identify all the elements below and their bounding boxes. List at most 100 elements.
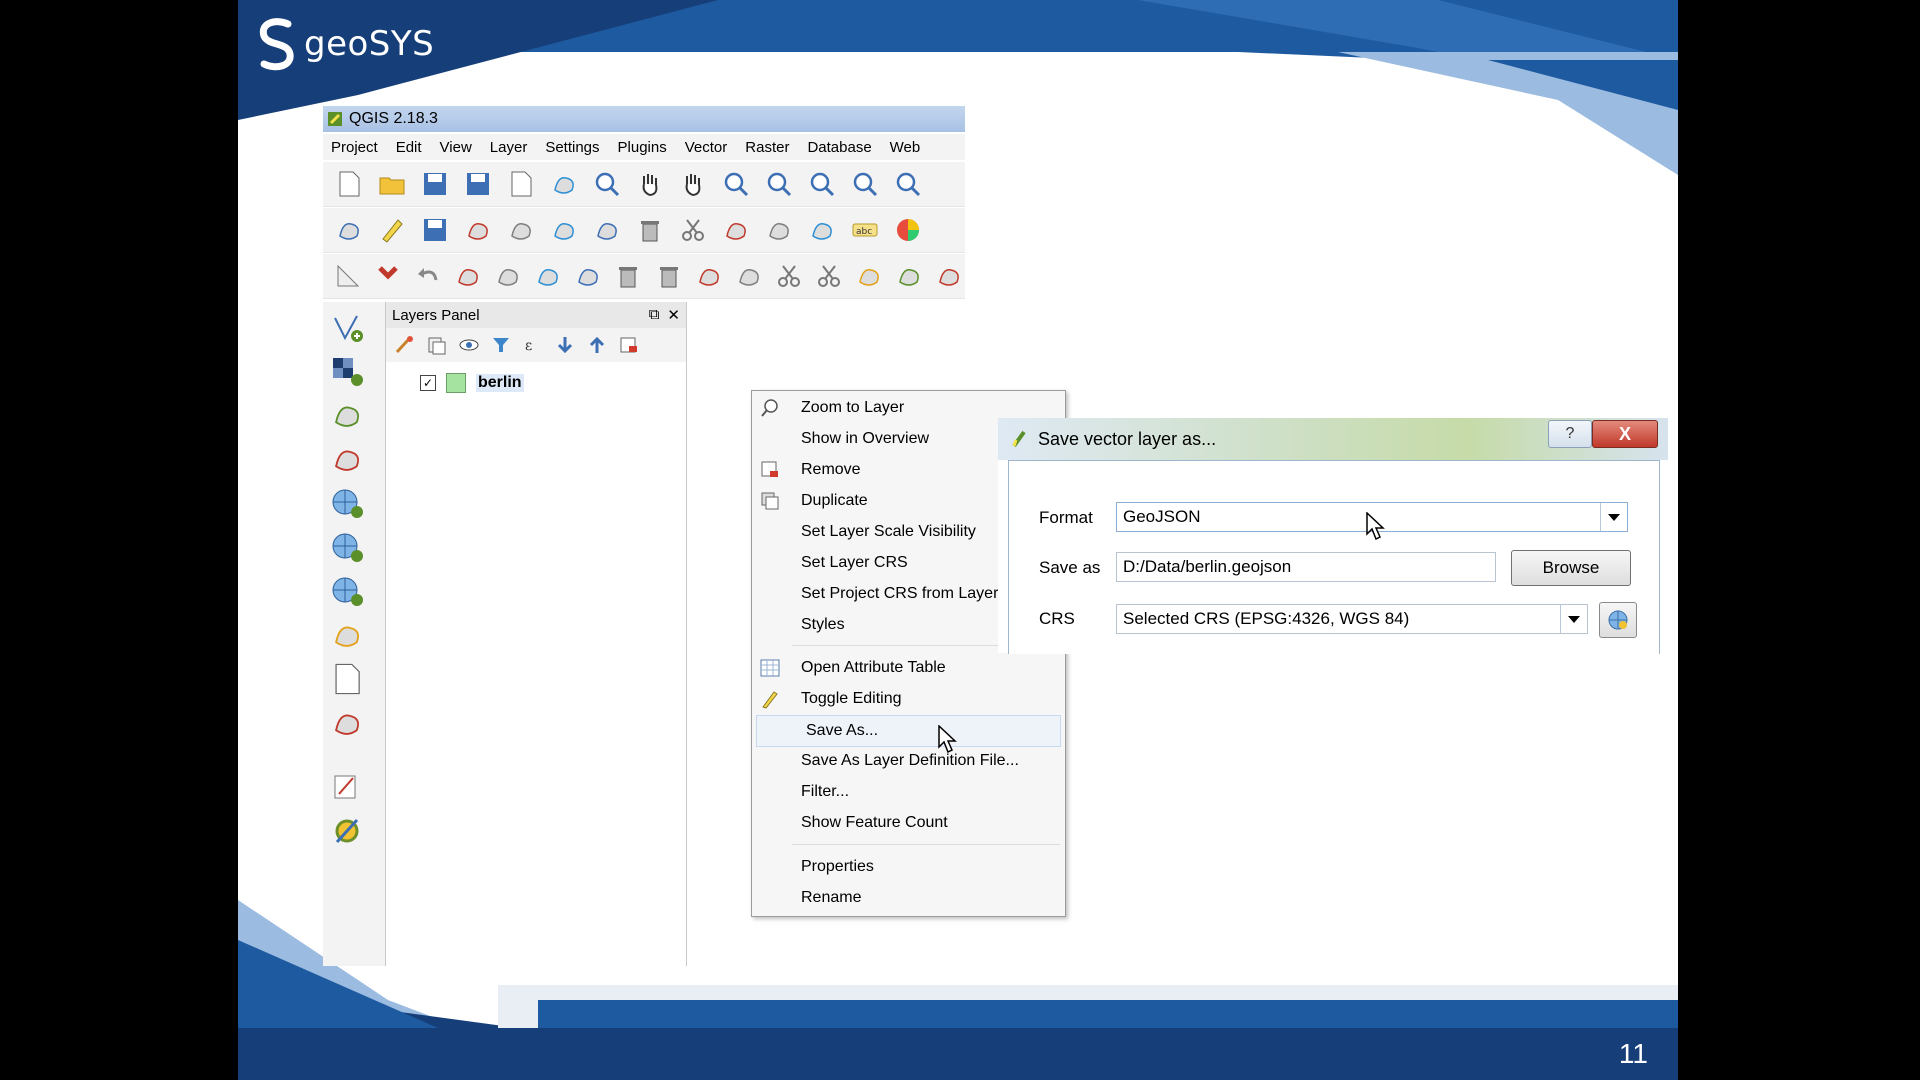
delete-selected-icon[interactable] (633, 213, 667, 247)
delete-part-icon[interactable] (653, 259, 684, 293)
paste-features-icon[interactable] (762, 213, 796, 247)
add-wcs-layer-icon[interactable] (329, 530, 369, 566)
style-manager-icon[interactable] (392, 333, 418, 357)
undo-icon[interactable] (412, 259, 443, 293)
label-icon[interactable]: abc (848, 213, 882, 247)
add-virtual-layer-icon[interactable] (329, 706, 369, 742)
new-print-composer-icon[interactable] (504, 167, 538, 201)
qgis-logo-icon (328, 112, 342, 126)
remove-layer-icon[interactable] (616, 333, 642, 357)
menu-item-properties[interactable]: Properties (752, 852, 1065, 882)
mouse-cursor-icon (938, 725, 957, 754)
merge-attributes-icon[interactable] (894, 259, 925, 293)
node-tool-icon[interactable] (590, 213, 624, 247)
menu-database[interactable]: Database (807, 139, 871, 156)
merge-features-icon[interactable] (854, 259, 885, 293)
toggle-editing-icon[interactable] (375, 213, 409, 247)
close-panel-icon[interactable]: ✕ (667, 306, 680, 324)
visibility-icon[interactable] (456, 333, 482, 357)
composer-manager-icon[interactable] (547, 167, 581, 201)
expand-all-icon[interactable] (552, 333, 578, 357)
save-project-icon[interactable] (418, 167, 452, 201)
menu-item-toggle-editing[interactable]: Toggle Editing (752, 684, 1065, 714)
crs-value: Selected CRS (EPSG:4326, WGS 84) (1123, 609, 1410, 628)
menu-raster[interactable]: Raster (745, 139, 789, 156)
split-features-icon[interactable] (773, 259, 804, 293)
menu-item-rename[interactable]: Rename (752, 883, 1065, 913)
add-ring-icon[interactable] (493, 259, 524, 293)
collapse-all-icon[interactable] (584, 333, 610, 357)
menu-view[interactable]: View (440, 139, 472, 156)
chevron-down-icon[interactable] (1600, 503, 1627, 531)
menu-item-save-as-layer-definition-file[interactable]: Save As Layer Definition File... (752, 746, 1065, 776)
current-edits-icon[interactable] (332, 213, 366, 247)
add-wfs-layer-icon[interactable] (329, 574, 369, 610)
add-delimited-text-icon[interactable] (329, 618, 369, 654)
fill-ring-icon[interactable] (573, 259, 604, 293)
split-parts-icon[interactable] (814, 259, 845, 293)
zoom-full-icon[interactable] (848, 167, 882, 201)
crs-selector-button[interactable] (1599, 602, 1637, 638)
save-as-path-input[interactable]: D:/Data/berlin.geojson (1116, 552, 1496, 582)
new-project-icon[interactable] (332, 167, 366, 201)
filter-legend-icon[interactable] (488, 333, 514, 357)
close-button[interactable]: X (1592, 420, 1658, 448)
new-shapefile-icon[interactable] (329, 662, 369, 698)
touch-zoom-icon[interactable] (590, 167, 624, 201)
layer-item-berlin[interactable]: ✓ berlin (420, 372, 524, 394)
crs-select[interactable]: Selected CRS (EPSG:4326, WGS 84) (1116, 604, 1588, 634)
add-vector-layer-icon[interactable] (329, 310, 369, 346)
menu-layer[interactable]: Layer (490, 139, 528, 156)
vertex-tool-icon[interactable] (805, 213, 839, 247)
add-spatialite-layer-icon[interactable] (329, 398, 369, 434)
zoom-in-icon[interactable] (719, 167, 753, 201)
save-edits-icon[interactable] (418, 213, 452, 247)
move-feature-icon[interactable] (547, 213, 581, 247)
menu-edit[interactable]: Edit (396, 139, 422, 156)
add-feature-icon[interactable] (461, 213, 495, 247)
cut-features-icon[interactable] (676, 213, 710, 247)
menu-project[interactable]: Project (331, 139, 378, 156)
menu-vector[interactable]: Vector (685, 139, 728, 156)
offset-curve-icon[interactable] (733, 259, 764, 293)
add-group-icon[interactable] (424, 333, 450, 357)
delete-ring-icon[interactable] (613, 259, 644, 293)
menu-item-open-attribute-table[interactable]: Open Attribute Table (752, 653, 1065, 683)
processing-icon[interactable] (329, 814, 369, 850)
menu-plugins[interactable]: Plugins (618, 139, 667, 156)
undock-panel-icon[interactable]: ⧉ (649, 306, 660, 324)
rotate-icon[interactable] (934, 259, 965, 293)
add-postgis-layer-icon[interactable] (329, 442, 369, 478)
menu-item-show-feature-count[interactable]: Show Feature Count (752, 808, 1065, 838)
add-raster-layer-icon[interactable] (329, 354, 369, 390)
pan-icon[interactable] (633, 167, 667, 201)
menu-item-save-as[interactable]: Save As... (756, 715, 1061, 747)
measure-icon[interactable] (332, 259, 363, 293)
reshape-icon[interactable] (693, 259, 724, 293)
format-value: GeoJSON (1123, 507, 1201, 526)
menu-settings[interactable]: Settings (545, 139, 599, 156)
filter-expression-icon[interactable]: ε (520, 333, 546, 357)
open-project-icon[interactable] (375, 167, 409, 201)
add-part-icon[interactable] (533, 259, 564, 293)
pan-to-selection-icon[interactable] (676, 167, 710, 201)
georeferencer-icon[interactable] (329, 770, 369, 806)
menu-web[interactable]: Web (890, 139, 921, 156)
copy-features-icon[interactable] (719, 213, 753, 247)
snapping-icon[interactable] (372, 259, 403, 293)
layer-visibility-checkbox[interactable]: ✓ (420, 375, 436, 391)
menu-item-filter[interactable]: Filter... (752, 777, 1065, 807)
browse-button[interactable]: Browse (1511, 550, 1631, 586)
zoom-native-icon[interactable] (805, 167, 839, 201)
add-circular-string-icon[interactable] (504, 213, 538, 247)
zoom-to-selection-icon[interactable] (891, 167, 925, 201)
zoom-out-icon[interactable] (762, 167, 796, 201)
help-button[interactable]: ? (1548, 420, 1592, 448)
simplify-icon[interactable] (452, 259, 483, 293)
menu-item-label: Set Project CRS from Layer (801, 585, 999, 602)
chevron-down-icon[interactable] (1560, 605, 1587, 633)
add-wms-layer-icon[interactable] (329, 486, 369, 522)
diagram-icon[interactable] (891, 213, 925, 247)
save-as-icon[interactable] (461, 167, 495, 201)
slide-page-number: 11 (1618, 1038, 1648, 1069)
